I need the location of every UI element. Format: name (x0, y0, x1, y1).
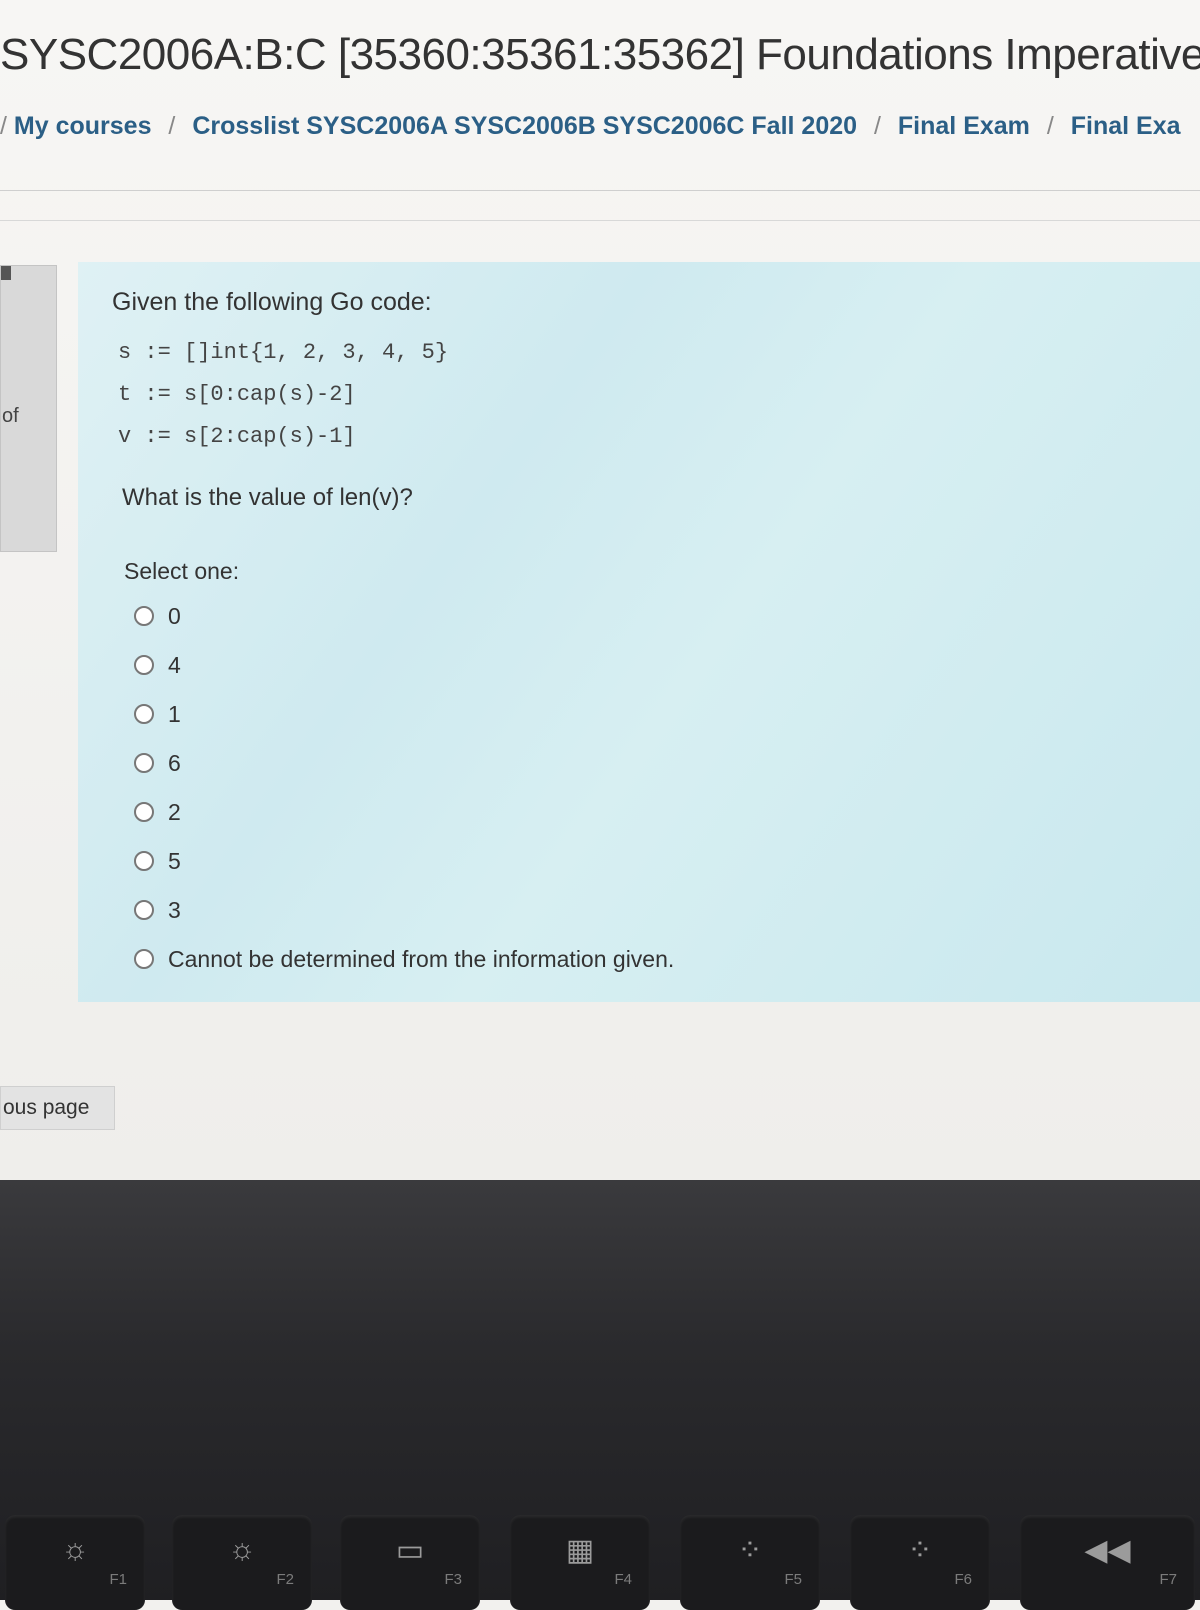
key-label: F3 (444, 1571, 462, 1588)
code-line: s := []int{1, 2, 3, 4, 5} (118, 340, 449, 365)
breadcrumb: / My courses / Crosslist SYSC2006A SYSC2… (0, 112, 1200, 141)
radio-button[interactable] (134, 753, 154, 773)
divider (0, 190, 1200, 191)
answer-option-label: 1 (168, 700, 181, 727)
answer-option[interactable]: 2 (134, 796, 181, 828)
previous-page-button[interactable]: ous page (0, 1086, 115, 1130)
key-f4[interactable]: ▦ F4 (510, 1515, 650, 1610)
code-line: t := s[0:cap(s)-2] (118, 382, 356, 407)
brightness-up-icon: ☼ (228, 1533, 256, 1566)
answer-option-label: Cannot be determined from the informatio… (168, 945, 675, 972)
answer-option-label: 4 (168, 651, 181, 678)
radio-button[interactable] (134, 851, 154, 871)
radio-button[interactable] (134, 949, 154, 969)
answer-option-label: 6 (168, 749, 181, 776)
answer-option[interactable]: 0 (134, 600, 181, 632)
radio-button[interactable] (134, 704, 154, 724)
key-label: F2 (276, 1571, 294, 1588)
key-label: F7 (1159, 1571, 1177, 1588)
answer-option-label: 5 (168, 847, 181, 874)
breadcrumb-separator: / (874, 112, 881, 140)
radio-button[interactable] (134, 900, 154, 920)
key-f3[interactable]: ▭ F3 (340, 1515, 480, 1610)
brightness-down-icon: ☼ (61, 1533, 89, 1566)
browser-screen: SYSC2006A:B:C [35360:35361:35362] Founda… (0, 0, 1200, 1180)
code-line: v := s[2:cap(s)-1] (118, 424, 356, 449)
keyboard-light-down-icon: ⁘ (737, 1534, 763, 1567)
breadcrumb-my-courses[interactable]: My courses (14, 112, 152, 140)
key-label: F6 (954, 1571, 972, 1588)
select-one-label: Select one: (124, 558, 240, 584)
question-panel: Given the following Go code: s := []int{… (78, 262, 1200, 1002)
answer-option-label: 3 (168, 896, 181, 923)
answer-option[interactable]: 3 (134, 894, 181, 926)
breadcrumb-separator: / (0, 112, 14, 140)
page-title: SYSC2006A:B:C [35360:35361:35362] Founda… (0, 30, 1200, 79)
question-intro: Given the following Go code: (112, 288, 432, 316)
function-key-row: ☼ F1 ☼ F2 ▭ F3 ▦ F4 ⁘ F5 ⁘ F6 ◀◀ F7 (0, 1515, 1200, 1610)
answer-option[interactable]: 4 (134, 649, 181, 681)
key-f6[interactable]: ⁘ F6 (850, 1515, 990, 1610)
breadcrumb-separator: / (168, 112, 176, 140)
radio-button[interactable] (134, 802, 154, 822)
answer-option-label: 2 (168, 798, 181, 825)
key-label: F1 (109, 1571, 127, 1588)
keyboard-light-up-icon: ⁘ (907, 1534, 933, 1567)
key-label: F5 (784, 1571, 802, 1588)
divider (0, 220, 1200, 221)
question-prompt: What is the value of len(v)? (122, 484, 413, 511)
flag-icon[interactable] (1, 266, 11, 280)
question-info-text: of (2, 405, 19, 427)
radio-button[interactable] (134, 606, 154, 626)
mission-control-icon: ▭ (395, 1534, 425, 1567)
breadcrumb-course[interactable]: Crosslist SYSC2006A SYSC2006B SYSC2006C … (192, 112, 857, 140)
key-f2[interactable]: ☼ F2 (172, 1515, 312, 1610)
breadcrumb-final-exam-quiz[interactable]: Final Exa (1071, 112, 1181, 140)
rewind-icon: ◀◀ (1084, 1534, 1131, 1567)
answer-option[interactable]: 5 (134, 845, 181, 877)
radio-button[interactable] (134, 655, 154, 675)
answer-option[interactable]: Cannot be determined from the informatio… (134, 943, 674, 975)
key-label: F4 (614, 1571, 632, 1588)
key-f5[interactable]: ⁘ F5 (680, 1515, 820, 1610)
launchpad-icon: ▦ (565, 1534, 595, 1567)
breadcrumb-final-exam[interactable]: Final Exam (898, 112, 1030, 140)
answer-option[interactable]: 1 (134, 698, 181, 730)
answer-option[interactable]: 6 (134, 747, 181, 779)
key-f1[interactable]: ☼ F1 (5, 1515, 145, 1610)
answer-option-label: 0 (168, 602, 181, 629)
key-f7[interactable]: ◀◀ F7 (1020, 1515, 1195, 1610)
breadcrumb-separator: / (1046, 112, 1054, 140)
